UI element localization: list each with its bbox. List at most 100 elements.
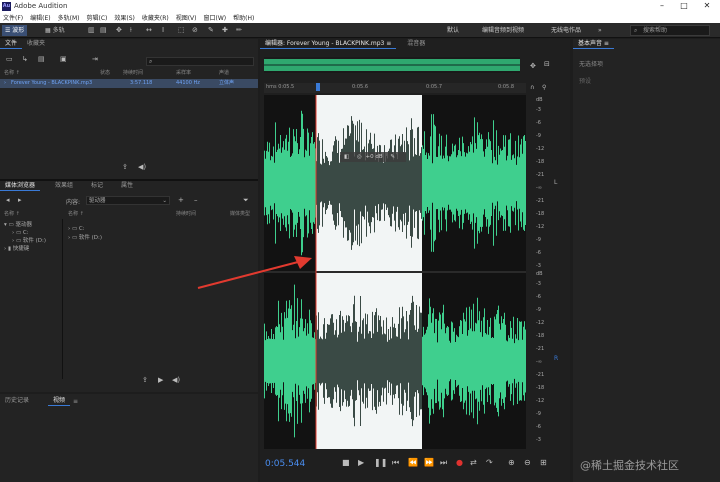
menu-help[interactable]: 帮助(H) bbox=[233, 13, 254, 22]
play-icon[interactable]: ▶ bbox=[358, 457, 364, 469]
menu-window[interactable]: 窗口(W) bbox=[204, 13, 227, 22]
playhead-handle[interactable] bbox=[316, 83, 320, 91]
col-status[interactable]: 状态 bbox=[100, 69, 110, 78]
skip-icon[interactable]: ↷ bbox=[486, 457, 493, 469]
overview-waveform[interactable] bbox=[264, 57, 520, 73]
tab-properties[interactable]: 属性 bbox=[116, 181, 138, 191]
list-col-duration[interactable]: 持续时间 bbox=[176, 210, 196, 219]
hud-knob-icon[interactable]: ◎ bbox=[357, 154, 362, 160]
files-search-input[interactable]: ⌕ bbox=[146, 57, 254, 66]
menu-clip[interactable]: 剪辑(C) bbox=[86, 13, 107, 22]
channel-left-label[interactable]: L bbox=[554, 179, 557, 186]
lasso-icon[interactable]: ⊘ bbox=[192, 27, 198, 34]
razor-tool-icon[interactable]: ⟊ bbox=[130, 27, 132, 34]
pencil-icon[interactable]: ✏ bbox=[236, 27, 242, 34]
volume-hud[interactable]: ◧ ◎ +0 dB ✎ bbox=[340, 152, 406, 162]
list-col-name[interactable]: 名称 ↑ bbox=[68, 210, 84, 219]
tab-editor[interactable]: 编辑器: Forever Young - BLACKPINK.mp3 ≡ bbox=[260, 39, 397, 49]
tree-c-drive[interactable]: › ▭ C: bbox=[12, 229, 29, 237]
time-select-icon[interactable]: I bbox=[162, 27, 164, 34]
pitch-icon[interactable]: ▤ bbox=[100, 27, 107, 34]
file-row[interactable]: › Forever Young - BLACKPINK.mp3 3:57.118… bbox=[0, 79, 258, 88]
file-expand-icon[interactable]: › bbox=[4, 79, 6, 88]
menu-view[interactable]: 视图(V) bbox=[176, 13, 197, 22]
menu-effects[interactable]: 效果(S) bbox=[114, 13, 135, 22]
maximize-icon[interactable]: □ bbox=[673, 0, 695, 12]
tab-markers[interactable]: 标记 bbox=[86, 181, 108, 191]
workspace-overflow-icon[interactable]: » bbox=[598, 27, 602, 34]
menu-favorites[interactable]: 收藏夹(R) bbox=[142, 13, 169, 22]
open-file-icon[interactable]: ▭ bbox=[6, 56, 13, 63]
save-icon[interactable]: ▣ bbox=[60, 56, 67, 63]
vertical-zoom-icon[interactable]: ⊟ bbox=[544, 61, 550, 68]
loop-icon[interactable]: ∩ bbox=[530, 84, 534, 91]
media-autoplay-icon[interactable]: ▶ bbox=[158, 377, 163, 384]
files-autoplay-icon[interactable]: ◀) bbox=[138, 164, 146, 171]
tab-effects-rack[interactable]: 效果组 bbox=[50, 181, 78, 191]
media-splitter[interactable] bbox=[62, 219, 63, 379]
tab-video[interactable]: 视频 bbox=[48, 396, 71, 406]
insert-icon[interactable]: ⇥ bbox=[92, 56, 98, 63]
tree-col-name[interactable]: 名称 ↑ bbox=[4, 210, 20, 219]
current-time[interactable]: 0:05.544 bbox=[265, 459, 305, 469]
files-export-icon[interactable]: ⇪ bbox=[122, 164, 128, 171]
tab-favorites[interactable]: 收藏夹 bbox=[22, 39, 50, 49]
list-item-c[interactable]: › ▭ C: bbox=[68, 225, 85, 233]
time-ruler[interactable]: hms 0:05.5 0:05.6 0:05.7 0:05.8 bbox=[264, 83, 526, 93]
menu-multitrack[interactable]: 多轨(M) bbox=[58, 13, 80, 22]
workspace-radio[interactable]: 无线电作品 bbox=[551, 25, 581, 36]
tree-d-drive[interactable]: › ▭ 软件 (D:) bbox=[12, 237, 46, 245]
channel-right-label[interactable]: R bbox=[554, 355, 558, 362]
panel-menu-icon[interactable]: ≡ bbox=[73, 398, 78, 405]
media-forward-icon[interactable]: ▸ bbox=[18, 197, 22, 204]
menu-edit[interactable]: 编辑(E) bbox=[30, 13, 50, 22]
move-tool-icon[interactable]: ✥ bbox=[116, 27, 122, 34]
remove-shortcut-icon[interactable]: – bbox=[194, 197, 198, 204]
media-export-icon[interactable]: ⇪ bbox=[142, 377, 148, 384]
waveform-view-button[interactable]: ☰ 波形 bbox=[2, 25, 28, 36]
help-search-input[interactable]: ⌕ 搜索帮助 bbox=[630, 25, 710, 36]
col-sample-rate[interactable]: 采样率 bbox=[176, 69, 191, 78]
essential-sound-title[interactable]: 基本声音 ≡ bbox=[573, 39, 614, 49]
workspace-default[interactable]: 默认 bbox=[447, 25, 459, 36]
spectral-icon[interactable]: ▥ bbox=[88, 27, 95, 34]
rewind-icon[interactable]: ⏪ bbox=[408, 457, 418, 469]
zoom-out-amplitude-icon[interactable]: ⊖ bbox=[524, 457, 531, 469]
add-shortcut-icon[interactable]: + bbox=[178, 197, 184, 204]
brush-icon[interactable]: ✎ bbox=[208, 27, 214, 34]
pause-icon[interactable]: ❚❚ bbox=[374, 457, 387, 469]
fast-forward-icon[interactable]: ⏩ bbox=[424, 457, 434, 469]
list-item-d[interactable]: › ▭ 软件 (D:) bbox=[68, 234, 102, 242]
spot-heal-icon[interactable]: ✚ bbox=[222, 27, 228, 34]
tab-history[interactable]: 历史记录 bbox=[0, 396, 34, 406]
minimize-icon[interactable]: – bbox=[651, 0, 673, 12]
slip-tool-icon[interactable]: ↔ bbox=[146, 27, 152, 34]
filter-icon[interactable]: ⏷ bbox=[243, 197, 249, 204]
media-back-icon[interactable]: ◂ bbox=[6, 197, 10, 204]
record-icon[interactable]: ● bbox=[456, 457, 463, 469]
workspace-audio-to-video[interactable]: 编辑音频到视频 bbox=[482, 25, 524, 36]
tab-mixer[interactable]: 混音器 bbox=[402, 39, 430, 49]
col-duration[interactable]: 持续时间 bbox=[123, 69, 143, 78]
multitrack-view-button[interactable]: ▦ 多轨 bbox=[42, 25, 68, 36]
media-volume-icon[interactable]: ◀) bbox=[172, 377, 180, 384]
col-name[interactable]: 名称 ↑ bbox=[4, 69, 20, 78]
list-col-media-type[interactable]: 媒体类型 bbox=[230, 210, 250, 219]
loop-playback-icon[interactable]: ⇄ bbox=[470, 457, 477, 469]
zoom-navigator-icon[interactable]: ✥ bbox=[530, 63, 536, 70]
col-channels[interactable]: 声道 bbox=[219, 69, 229, 78]
import-icon[interactable]: ↳ bbox=[22, 56, 28, 63]
zoom-in-amplitude-icon[interactable]: ⊕ bbox=[508, 457, 515, 469]
tree-shortcuts[interactable]: › ▮ 快捷键 bbox=[4, 245, 29, 253]
marquee-icon[interactable]: ⬚ bbox=[178, 27, 185, 34]
go-to-start-icon[interactable]: ⏮ bbox=[392, 457, 399, 469]
tab-media-browser[interactable]: 媒体浏览器 bbox=[0, 181, 41, 191]
content-dropdown[interactable]: 驱动器 ⌄ bbox=[86, 196, 170, 205]
new-file-icon[interactable]: ▤ bbox=[38, 56, 45, 63]
close-icon[interactable]: ✕ bbox=[696, 0, 718, 12]
tree-drives[interactable]: ▾ ▭ 驱动器 bbox=[4, 221, 32, 229]
menu-file[interactable]: 文件(F) bbox=[3, 13, 23, 22]
go-to-end-icon[interactable]: ⏭ bbox=[440, 457, 447, 469]
tab-files[interactable]: 文件 bbox=[0, 39, 23, 49]
zoom-in-time-icon[interactable]: ⊞ bbox=[540, 457, 547, 469]
